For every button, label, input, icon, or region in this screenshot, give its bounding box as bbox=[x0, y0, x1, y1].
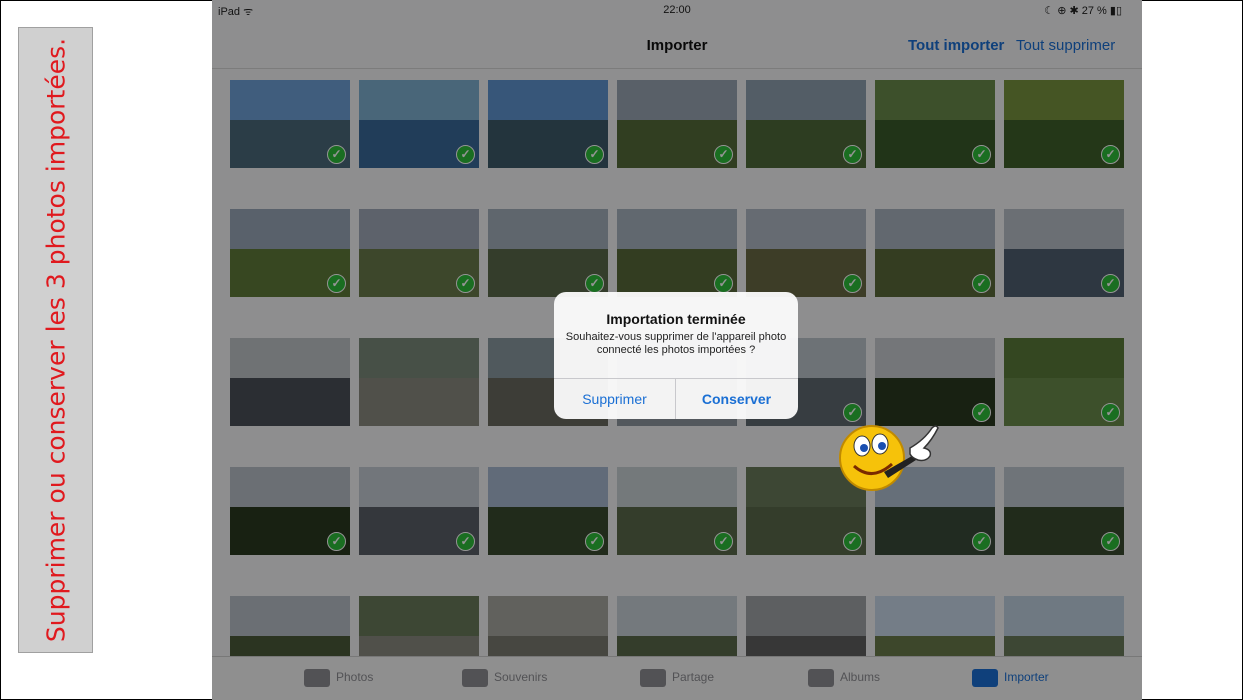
alert-message: Souhaitez-vous supprimer de l'appareil p… bbox=[565, 331, 787, 356]
import-complete-alert: Importation terminée Souhaitez-vous supp… bbox=[554, 292, 798, 419]
delete-button[interactable]: Supprimer bbox=[554, 379, 676, 419]
side-caption-box: Supprimer ou conserver les 3 photos impo… bbox=[18, 27, 93, 653]
ipad-screen: iPad ᯤ 22:00 ☾ ⊕ ✱ 27 % ▮▯ Importer Tout… bbox=[212, 0, 1142, 700]
keep-button[interactable]: Conserver bbox=[676, 379, 797, 419]
alert-button-row: Supprimer Conserver bbox=[554, 378, 798, 419]
pointing-smiley-icon bbox=[839, 425, 939, 491]
side-caption-text: Supprimer ou conserver les 3 photos impo… bbox=[41, 37, 70, 643]
alert-title: Importation terminée bbox=[606, 311, 746, 327]
